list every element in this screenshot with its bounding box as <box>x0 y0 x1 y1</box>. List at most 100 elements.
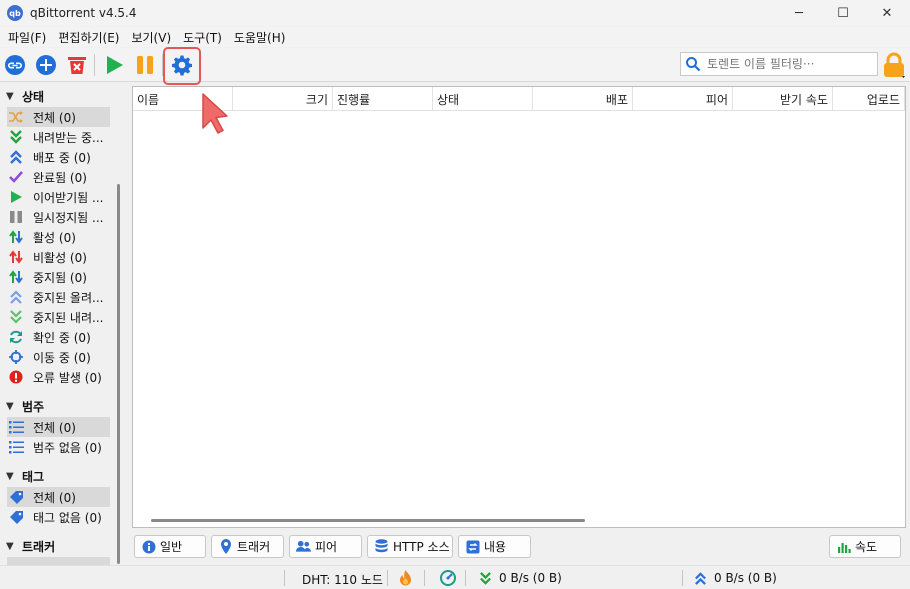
menu-view[interactable]: 보기(V) <box>127 29 179 46</box>
sidebar-scrollbar[interactable] <box>117 184 120 564</box>
sidebar-item-untagged[interactable]: 태그 없음 (0) <box>7 507 110 527</box>
sidebar-item-label: 활성 (0) <box>33 230 76 245</box>
filter-input[interactable] <box>707 57 877 71</box>
status-separator <box>465 570 466 586</box>
alternative-speed-button[interactable] <box>399 570 412 586</box>
sidebar-item-stalled[interactable]: 중지됨 (0) <box>7 267 110 287</box>
resume-button[interactable] <box>100 51 128 79</box>
sidebar-item-completed[interactable]: 완료됨 (0) <box>7 167 110 187</box>
category-header[interactable]: ▼ 범주 <box>0 396 118 416</box>
shuffle-icon <box>7 109 25 125</box>
tab-label: 속도 <box>855 540 878 554</box>
column-seeds[interactable]: 배포 <box>533 87 633 111</box>
content-icon <box>465 539 480 554</box>
lock-button[interactable] <box>881 52 907 80</box>
error-icon <box>7 369 25 385</box>
stalled-up-icon <box>7 289 25 305</box>
add-torrent-link-button[interactable] <box>1 51 29 79</box>
refresh-icon <box>7 329 25 345</box>
double-chevron-up-icon <box>695 571 706 585</box>
menu-help[interactable]: 도움말(H) <box>230 29 294 46</box>
lock-icon <box>884 52 905 78</box>
pause-button[interactable] <box>131 51 159 79</box>
tab-label: 일반 <box>160 540 183 554</box>
sidebar-item-uncategorized[interactable]: 범주 없음 (0) <box>7 437 110 457</box>
close-button[interactable]: ✕ <box>864 0 910 26</box>
sidebar-item-active[interactable]: 활성 (0) <box>7 227 110 247</box>
sidebar-item-seeding[interactable]: 배포 중 (0) <box>7 147 110 167</box>
list-icon <box>7 439 25 455</box>
menu-bar: 파일(F) 편집하기(E) 보기(V) 도구(T) 도움말(H) <box>0 27 910 47</box>
status-separator <box>682 570 683 586</box>
delete-button[interactable] <box>63 51 91 79</box>
column-header: 이름 크기 진행률 상태 배포 피어 받기 속도 업로드 <box>133 87 905 111</box>
sidebar-item-all[interactable]: 전체 (0) <box>7 107 110 127</box>
tab-label: 피어 <box>315 540 338 554</box>
target-icon <box>7 349 25 365</box>
sidebar-item-downloading[interactable]: 내려받는 중... <box>7 127 110 147</box>
resume-icon <box>107 56 123 74</box>
sidebar-item-label: 확인 중 (0) <box>33 330 91 345</box>
tab-speed[interactable]: 속도 <box>829 535 901 558</box>
upload-speed-label: 0 B/s (0 B) <box>714 571 777 585</box>
minimize-button[interactable]: ─ <box>776 0 822 26</box>
window-title: qBittorrent v4.5.4 <box>30 6 137 20</box>
sidebar-item-label: 비활성 (0) <box>33 250 87 265</box>
sidebar-item-label: 중지됨 (0) <box>33 270 87 285</box>
tab-content[interactable]: 내용 <box>458 535 531 558</box>
download-speed-label: 0 B/s (0 B) <box>499 571 562 585</box>
download-speed-status[interactable]: 0 B/s (0 B) <box>479 571 562 585</box>
play-icon <box>7 189 25 205</box>
upload-speed-status[interactable]: 0 B/s (0 B) <box>694 571 777 585</box>
tag-header[interactable]: ▼ 태그 <box>0 466 118 486</box>
sidebar-item-label: 완료됨 (0) <box>33 170 87 185</box>
sidebar-item-label: 태그 없음 (0) <box>33 510 102 525</box>
tab-peers[interactable]: 피어 <box>289 535 362 558</box>
chevron-down-icon: ▼ <box>6 400 14 412</box>
sidebar-item-stalled-uploading[interactable]: 중지된 올려... <box>7 287 110 307</box>
column-download-speed[interactable]: 받기 속도 <box>733 87 833 111</box>
tab-label: 내용 <box>484 540 507 554</box>
stalled-down-icon <box>7 309 25 325</box>
tab-trackers[interactable]: 트래커 <box>211 535 284 558</box>
column-upload-speed[interactable]: 업로드 <box>833 87 905 111</box>
status-header[interactable]: ▼ 상태 <box>0 86 118 106</box>
sidebar-item-paused[interactable]: 일시정지됨 ... <box>7 207 110 227</box>
status-separator <box>284 570 285 586</box>
sidebar-item-resumed[interactable]: 이어받기됨 ... <box>7 187 110 207</box>
chevron-down-icon: ▼ <box>6 470 14 482</box>
sidebar-item-label: 일시정지됨 ... <box>33 210 104 225</box>
torrent-filter[interactable] <box>680 52 878 76</box>
column-size[interactable]: 크기 <box>233 87 333 111</box>
sidebar-item-tag-all[interactable]: 전체 (0) <box>7 487 110 507</box>
mouse-cursor-icon <box>202 93 228 134</box>
maximize-button[interactable]: ☐ <box>820 0 866 26</box>
menu-tools[interactable]: 도구(T) <box>179 29 230 46</box>
sidebar-item-category-all[interactable]: 전체 (0) <box>7 417 110 437</box>
sidebar-item-inactive[interactable]: 비활성 (0) <box>7 247 110 267</box>
tab-http-sources[interactable]: HTTP 소스 <box>367 535 453 558</box>
pin-icon <box>218 539 233 554</box>
tag-icon <box>7 489 25 505</box>
column-peers[interactable]: 피어 <box>633 87 733 111</box>
column-status[interactable]: 상태 <box>433 87 533 111</box>
horizontal-scrollbar[interactable] <box>151 519 585 522</box>
sidebar-item-errored[interactable]: 오류 발생 (0) <box>7 367 110 387</box>
column-progress[interactable]: 진행률 <box>333 87 433 111</box>
menu-edit[interactable]: 편집하기(E) <box>54 29 127 46</box>
sidebar-item-moving[interactable]: 이동 중 (0) <box>7 347 110 367</box>
add-icon <box>36 55 56 75</box>
sidebar-item-label: 오류 발생 (0) <box>33 370 102 385</box>
sidebar-item-label: 이동 중 (0) <box>33 350 91 365</box>
status-separator <box>424 570 425 586</box>
tag-icon <box>7 509 25 525</box>
sidebar-item-checking[interactable]: 확인 중 (0) <box>7 327 110 347</box>
sidebar: ▼ 상태 전체 (0) 내려받는 중... 배포 중 (0) 완료됨 (0) 이어… <box>0 84 124 566</box>
sidebar-item-stalled-downloading[interactable]: 중지된 내려... <box>7 307 110 327</box>
menu-file[interactable]: 파일(F) <box>4 29 54 46</box>
status-bar: DHT: 110 노드 0 B/s (0 B) 0 B/s (0 B) <box>0 565 910 589</box>
tab-general[interactable]: 일반 <box>134 535 206 558</box>
people-icon <box>296 539 311 554</box>
checkmark-icon <box>7 169 25 185</box>
add-torrent-file-button[interactable] <box>32 51 60 79</box>
